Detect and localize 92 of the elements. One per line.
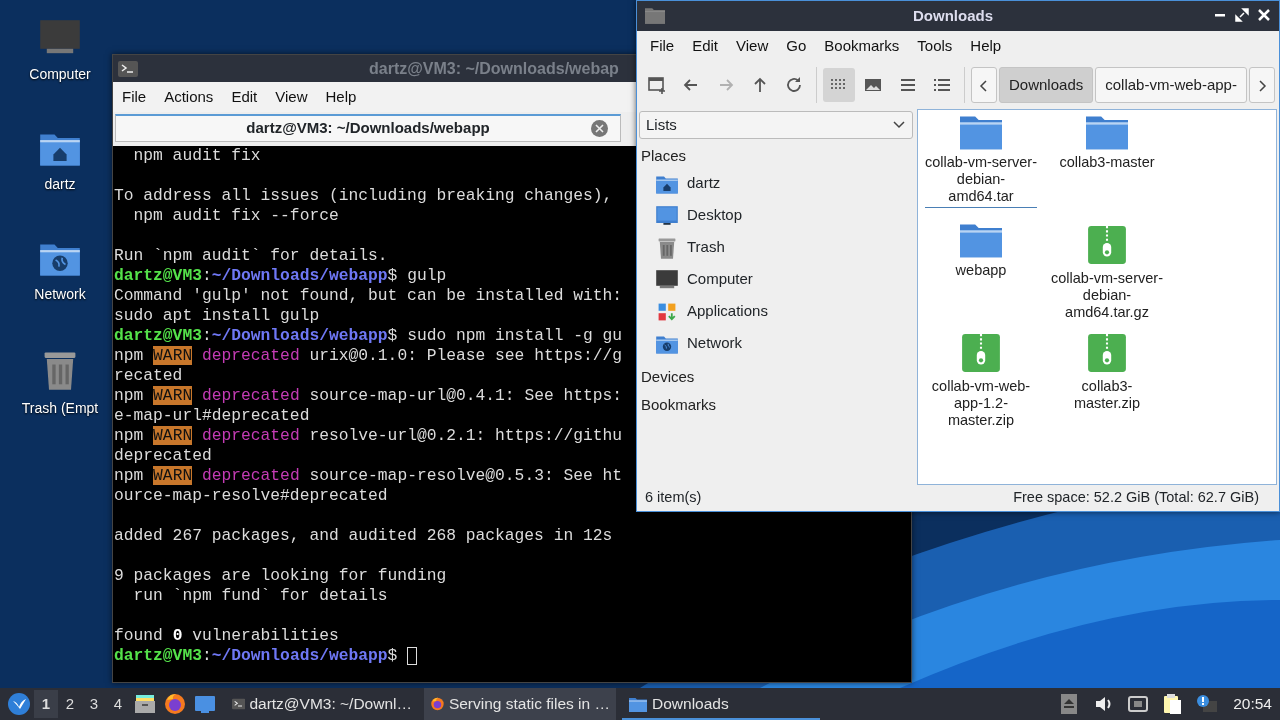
zip-archive-icon[interactable] xyxy=(1086,332,1128,374)
terminal-line: run `npm fund` for details xyxy=(132,586,388,606)
side-pane-item[interactable]: dartz xyxy=(639,167,913,200)
side-pane-dropdown[interactable]: Lists xyxy=(639,111,913,139)
monitor-icon xyxy=(655,204,679,227)
side-pane-item[interactable]: Computer xyxy=(639,263,913,296)
terminal-line: dartz@VM3:~/Downloads/webapp$ sudo npm install -g gu xyxy=(114,326,623,346)
zip-archive-icon[interactable] xyxy=(960,332,1002,374)
side-pane-item[interactable]: Applications xyxy=(639,295,913,328)
path-button[interactable]: Downloads xyxy=(999,67,1094,103)
folder-icon[interactable] xyxy=(1086,116,1128,150)
desktop-icon-label[interactable]: Computer xyxy=(29,63,91,85)
browser-globe-icon xyxy=(163,692,187,716)
menu-item[interactable]: Edit xyxy=(683,34,728,58)
desktop-icon-label[interactable]: Network xyxy=(34,283,86,305)
menu-item[interactable]: Bookmarks xyxy=(815,34,909,58)
terminal-line: found 0 vulnerabilities xyxy=(114,626,339,646)
terminal-tab[interactable]: dartz@VM3: ~/Downloads/webapp xyxy=(115,114,621,142)
terminal-line: dartz@VM3:~/Downloads/webapp$ xyxy=(114,646,399,666)
menu-item[interactable]: File xyxy=(641,34,684,58)
terminal-line: dartz@VM3:~/Downloads/webapp$ gulp xyxy=(114,266,447,286)
menu-item[interactable]: Actions xyxy=(155,85,223,109)
monitor-icon xyxy=(655,268,679,291)
section-header[interactable]: Devices xyxy=(639,359,913,388)
item-count: 6 item(s) xyxy=(645,488,702,508)
window-title: Downloads xyxy=(913,5,993,26)
desktop-icon-label[interactable]: dartz xyxy=(44,173,76,195)
terminal-line: npm audit fix --force xyxy=(132,206,339,226)
task-button[interactable]: Downloads xyxy=(622,688,820,720)
file-name[interactable]: collab3-master.zip xyxy=(1051,378,1163,412)
workspace-button[interactable]: 1 xyxy=(34,690,58,718)
workspace-button[interactable]: 4 xyxy=(106,690,130,718)
folder-icon[interactable] xyxy=(960,224,1002,258)
menu-item[interactable]: Help xyxy=(961,34,1011,58)
close-icon[interactable] xyxy=(1257,8,1271,22)
ethernet-icon[interactable] xyxy=(1127,693,1150,715)
terminal-icon xyxy=(118,60,138,77)
terminal-line: Run `npm audit` for details. xyxy=(114,246,388,266)
terminal-line: e-map-url#deprecated xyxy=(114,406,310,426)
menu-item[interactable]: Help xyxy=(316,85,366,109)
section-header[interactable]: Bookmarks xyxy=(639,388,913,417)
terminal-line: added 267 packages, and audited 268 packages in 12s xyxy=(114,526,613,546)
chevron-down-icon xyxy=(892,120,906,130)
desktop-icon-label[interactable]: Trash (Empt xyxy=(21,398,99,419)
terminal-line: 9 packages are looking for funding xyxy=(114,566,447,586)
side-pane-item[interactable]: Trash xyxy=(639,231,913,264)
workspace-button[interactable]: 3 xyxy=(82,690,106,718)
file-cabinet-icon xyxy=(133,692,157,716)
clipboard-icon[interactable] xyxy=(1161,693,1184,715)
task-button[interactable]: Serving static files in … xyxy=(424,688,616,720)
terminal-line: recated xyxy=(114,366,183,386)
zip-archive-icon[interactable] xyxy=(1086,224,1128,266)
menu-item[interactable]: View xyxy=(727,34,778,58)
terminal-line: To address all issues (including breaking changes), xyxy=(114,186,613,206)
file-name[interactable]: collab3-master xyxy=(1051,153,1163,171)
side-pane-item[interactable]: Desktop xyxy=(639,199,913,232)
terminal-line: npm WARN deprecated resolve-url@0.2.1: https://githu xyxy=(114,426,623,446)
folder-icon xyxy=(628,695,648,713)
menu-item[interactable]: Tools xyxy=(908,34,962,58)
file-name[interactable]: collab-vm-server-debian-amd64.tar.gz xyxy=(1051,270,1163,321)
folder-icon[interactable] xyxy=(960,116,1002,150)
menu-item[interactable]: Go xyxy=(777,34,816,58)
folder-icon xyxy=(645,8,665,24)
terminal-line: deprecated xyxy=(114,446,212,466)
section-header[interactable]: Places xyxy=(639,139,913,168)
scroll-right-button[interactable] xyxy=(1248,67,1275,103)
menu-item[interactable]: View xyxy=(266,85,317,109)
terminal-icon xyxy=(232,696,246,712)
task-button[interactable]: dartz@VM3: ~/Downl… xyxy=(226,688,418,720)
terminal-line: npm WARN deprecated urix@0.1.0: Please see https://g xyxy=(114,346,623,366)
window-title: dartz@VM3: ~/Downloads/webap xyxy=(369,58,619,79)
file-name[interactable]: collab-vm-web-app-1.2-master.zip xyxy=(925,378,1037,429)
maximize-icon[interactable] xyxy=(1235,8,1249,22)
notification-icon[interactable] xyxy=(1195,693,1218,715)
file-name[interactable]: webapp xyxy=(925,261,1037,279)
free-space: Free space: 52.2 GiB (Total: 62.7 GiB) xyxy=(1013,488,1259,508)
menu-item[interactable]: File xyxy=(113,85,156,109)
menu-item[interactable]: Edit xyxy=(222,85,267,109)
icon-grid-view-button[interactable] xyxy=(823,68,856,102)
file-name[interactable]: collab-vm-server-debian-amd64.tar xyxy=(925,153,1037,208)
terminal-line: Command 'gulp' not found, but can be installed with: xyxy=(114,286,623,306)
chevron-left-icon xyxy=(978,77,990,94)
terminal-line: npm WARN deprecated source-map-url@0.4.1: See https: xyxy=(114,386,623,406)
scroll-left-button[interactable] xyxy=(971,67,997,103)
path-button[interactable]: collab-vm-web-app- xyxy=(1095,67,1247,103)
terminal-line: npm WARN deprecated source-map-resolve@0.5.3: See ht xyxy=(114,466,623,486)
clock[interactable]: 20:54 xyxy=(1233,692,1272,716)
terminal-line: ource-map-resolve#deprecated xyxy=(114,486,388,506)
terminal-line: sudo apt install gulp xyxy=(114,306,320,326)
side-pane-item[interactable]: Network xyxy=(639,327,913,360)
terminal-line: npm audit fix xyxy=(132,146,261,166)
workspace-button[interactable]: 2 xyxy=(58,690,82,718)
